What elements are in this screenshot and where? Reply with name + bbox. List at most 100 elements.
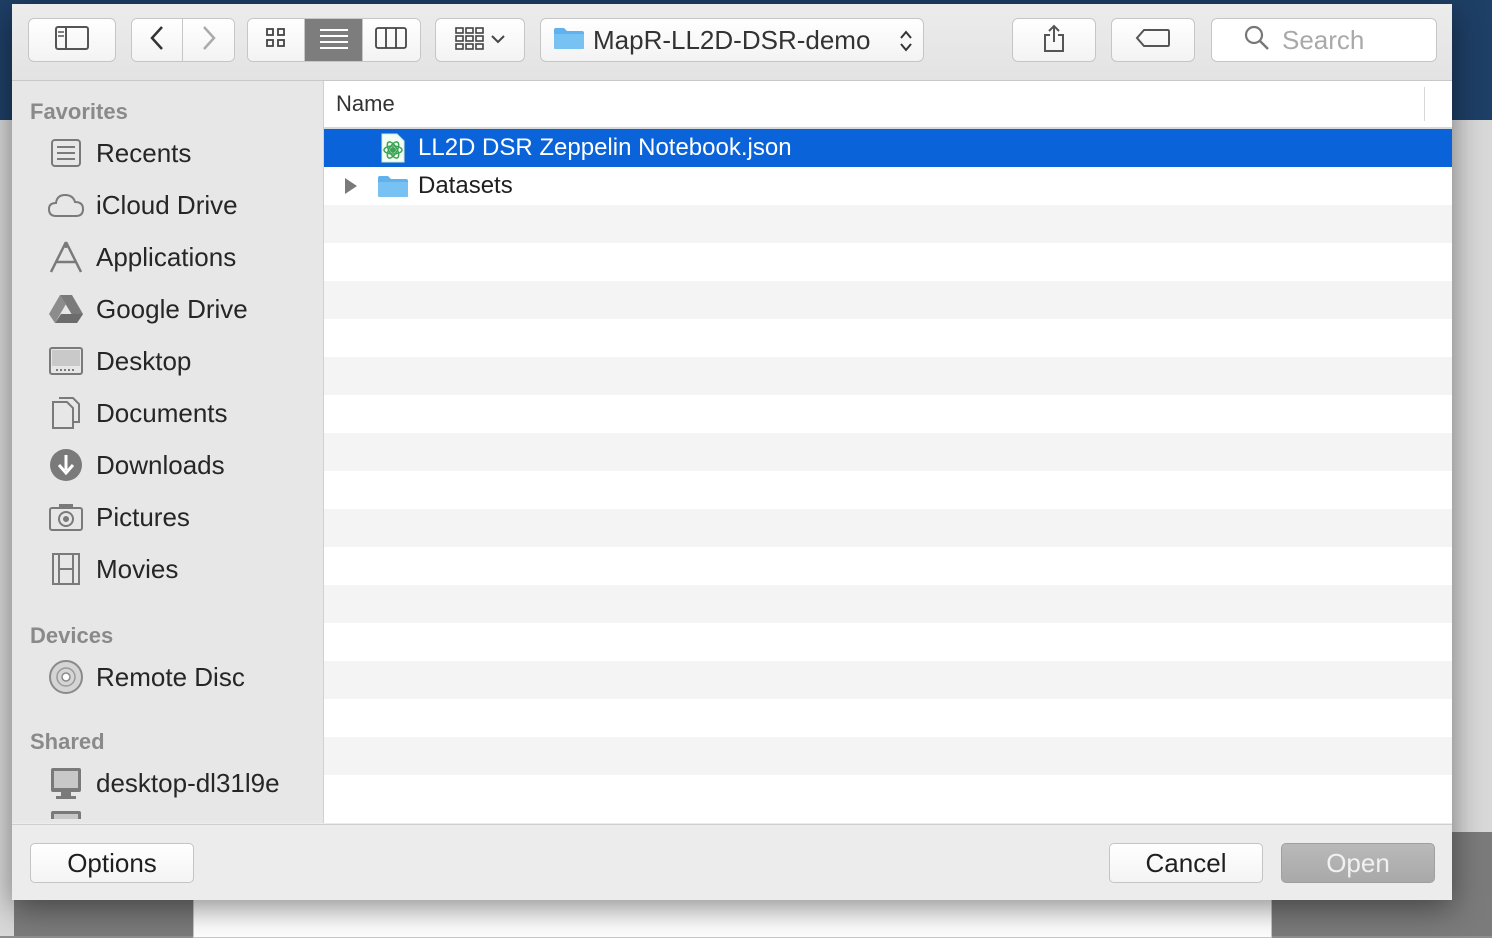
json-file-icon [376, 133, 410, 163]
empty-row [324, 699, 1452, 737]
column-divider[interactable] [1424, 87, 1425, 121]
empty-row [324, 661, 1452, 699]
computer-icon [46, 765, 86, 801]
sidebar-item-google-drive[interactable]: Google Drive [12, 283, 323, 335]
empty-row [324, 737, 1452, 775]
sidebar-item-label: iCloud Drive [96, 189, 238, 220]
empty-row [324, 281, 1452, 319]
sidebar-item-pictures[interactable]: Pictures [12, 491, 323, 543]
file-name: Datasets [418, 172, 513, 199]
sidebar-item-remote-disc[interactable]: Remote Disc [12, 651, 323, 703]
desktop-icon [46, 343, 86, 379]
devices-header: Devices [30, 623, 114, 648]
open-button[interactable]: Open [1281, 843, 1435, 883]
tag-button[interactable] [1111, 18, 1195, 62]
list-icon [319, 27, 349, 54]
sidebar-item-label: Pictures [96, 501, 190, 532]
sidebar-item-desktop[interactable]: Desktop [12, 335, 323, 387]
recents-icon [46, 135, 86, 171]
empty-row [324, 205, 1452, 243]
background-document [193, 896, 1272, 938]
pictures-icon [46, 499, 86, 535]
dialog-toolbar: MapR-LL2D-DSR-demo [12, 4, 1452, 81]
file-row-zeppelin-notebook[interactable]: LL2D DSR Zeppelin Notebook.json [324, 129, 1452, 167]
background-right-panel [1452, 120, 1492, 832]
documents-icon [46, 395, 86, 431]
share-icon [1042, 23, 1066, 58]
empty-row [324, 509, 1452, 547]
empty-row [324, 357, 1452, 395]
location-popup[interactable]: MapR-LL2D-DSR-demo [540, 18, 924, 62]
sidebar-toggle-button[interactable] [28, 18, 116, 62]
tag-icon [1135, 28, 1171, 53]
sidebar-item-movies[interactable]: Movies [12, 543, 323, 595]
icon-view-button[interactable] [248, 19, 306, 61]
empty-row [324, 585, 1452, 623]
sidebar-item-label: Documents [96, 397, 228, 428]
search-icon [1244, 25, 1270, 56]
search-input[interactable] [1280, 23, 1434, 57]
empty-row [324, 395, 1452, 433]
chevron-left-icon [149, 25, 165, 56]
empty-row [324, 623, 1452, 661]
folder-icon [376, 171, 410, 201]
favorites-header: Favorites [30, 99, 128, 124]
file-list: Name LL2D DSR Zeppelin Notebook.json Dat… [324, 81, 1452, 823]
file-row-datasets[interactable]: Datasets [324, 167, 1452, 205]
sidebar-item-recents[interactable]: Recents [12, 127, 323, 179]
grid-icon [265, 27, 287, 54]
sidebar-item-label: Recents [96, 137, 192, 168]
view-mode-control [247, 18, 421, 62]
empty-row [324, 547, 1452, 585]
sidebar-item-icloud-drive[interactable]: iCloud Drive [12, 179, 323, 231]
arrange-grid-icon [455, 26, 485, 55]
empty-row [324, 433, 1452, 471]
sidebar-item-label: Movies [96, 553, 179, 584]
column-name-label: Name [336, 91, 395, 116]
back-button[interactable] [132, 19, 184, 61]
sidebar-item-label: desktop-dl31l9e [96, 767, 280, 798]
sidebar-item-partial[interactable] [12, 809, 323, 823]
search-field[interactable] [1211, 18, 1437, 62]
sidebar: Favorites Recents iCloud Drive Applicati… [12, 81, 324, 823]
open-file-dialog: MapR-LL2D-DSR-demo Favorites Recents iCl… [12, 4, 1452, 900]
empty-row [324, 775, 1452, 813]
columns-icon [375, 26, 408, 54]
share-button[interactable] [1012, 18, 1096, 62]
column-view-button[interactable] [362, 19, 420, 61]
empty-rows [324, 205, 1452, 813]
file-name: LL2D DSR Zeppelin Notebook.json [418, 134, 792, 161]
list-view-button[interactable] [305, 19, 363, 61]
sidebar-item-label: Desktop [96, 345, 192, 376]
chevron-down-icon [491, 31, 505, 49]
location-label: MapR-LL2D-DSR-demo [593, 24, 871, 55]
options-button[interactable]: Options [30, 843, 194, 883]
movies-icon [46, 551, 86, 587]
google-drive-icon [46, 291, 86, 327]
applications-icon [46, 239, 86, 275]
empty-row [324, 319, 1452, 357]
sidebar-item-downloads[interactable]: Downloads [12, 439, 323, 491]
computer-icon [46, 809, 86, 821]
empty-row [324, 471, 1452, 509]
folder-icon [553, 26, 585, 55]
downloads-icon [46, 447, 86, 483]
sidebar-item-documents[interactable]: Documents [12, 387, 323, 439]
shared-header: Shared [30, 729, 105, 754]
sidebar-item-label: Downloads [96, 449, 225, 480]
sidebar-item-applications[interactable]: Applications [12, 231, 323, 283]
navigation-buttons [131, 18, 235, 62]
column-header-name[interactable]: Name [324, 81, 1452, 129]
empty-row [324, 243, 1452, 281]
cancel-button[interactable]: Cancel [1109, 843, 1263, 883]
updown-chevron-icon [899, 29, 913, 58]
sidebar-item-label: Google Drive [96, 293, 248, 324]
forward-button[interactable] [183, 19, 234, 61]
sidebar-item-label: Applications [96, 241, 237, 272]
arrange-button[interactable] [435, 18, 525, 62]
sidebar-item-desktop-dl31l9e[interactable]: desktop-dl31l9e [12, 757, 323, 809]
chevron-right-icon [201, 25, 217, 56]
disclosure-triangle-icon[interactable] [334, 177, 368, 195]
dialog-footer: Options Cancel Open [12, 824, 1452, 900]
remote-disc-icon [46, 659, 86, 695]
